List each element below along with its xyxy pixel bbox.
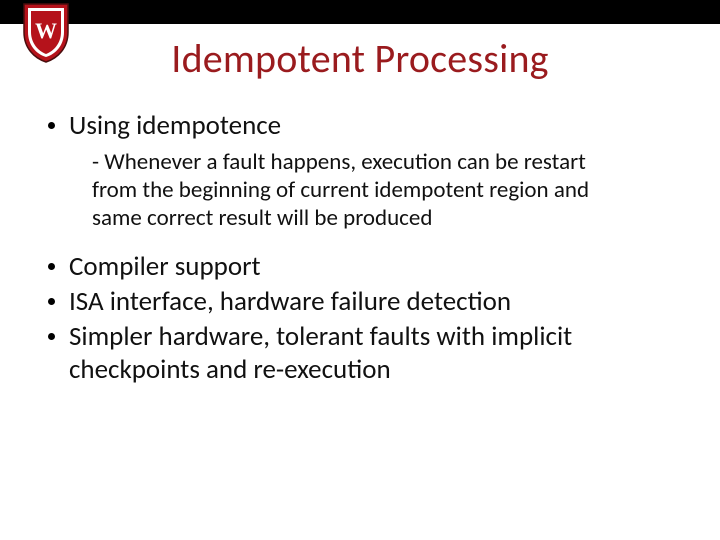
svg-text:W: W xyxy=(35,18,57,43)
uw-crest-icon: W xyxy=(20,2,72,64)
sub-bullet-1: - Whenever a fault happens, execution ca… xyxy=(92,148,634,232)
bullet-text: Using idempotence xyxy=(69,109,281,142)
bullet-item-1: Using idempotence xyxy=(48,109,680,142)
bullet-dot-icon xyxy=(48,333,55,340)
bullet-item-3: ISA interface, hardware failure detectio… xyxy=(48,285,680,318)
bullet-dot-icon xyxy=(48,263,55,270)
slide-title: Idempotent Processing xyxy=(0,34,720,83)
bullet-item-2: Compiler support xyxy=(48,250,680,283)
slide: W Idempotent Processing Using idempotenc… xyxy=(0,0,720,540)
top-bar xyxy=(0,0,720,24)
bullet-text: ISA interface, hardware failure detectio… xyxy=(69,285,511,318)
bullet-dot-icon xyxy=(48,122,55,129)
bullet-text: Compiler support xyxy=(69,250,261,283)
bullet-dot-icon xyxy=(48,298,55,305)
bullet-text: Simpler hardware, tolerant faults with i… xyxy=(69,320,680,386)
bullet-item-4: Simpler hardware, tolerant faults with i… xyxy=(48,320,680,386)
slide-body: Using idempotence - Whenever a fault hap… xyxy=(48,109,680,386)
